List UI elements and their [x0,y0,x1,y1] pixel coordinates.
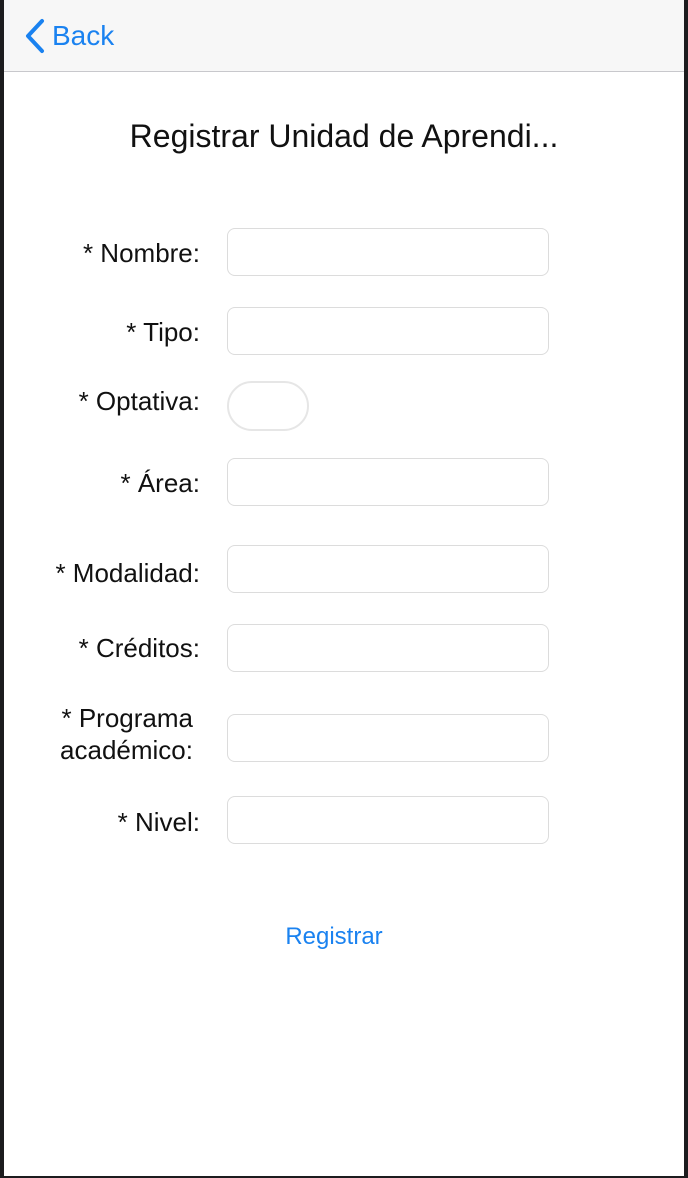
creditos-label: * Créditos: [78,633,200,663]
modalidad-label: * Modalidad: [55,558,200,588]
tipo-input[interactable] [227,307,549,355]
back-label: Back [52,20,115,51]
optativa-toggle[interactable] [227,381,309,431]
navigation-bar: Back [4,0,684,72]
screen: Back Registrar Unidad de Aprendi... * No… [4,0,684,1176]
area-label: * Área: [120,468,201,498]
programa-label: * Programa académico: [60,702,193,766]
back-button[interactable]: Back [24,16,114,56]
nombre-input[interactable] [227,228,549,276]
programa-label-line2: académico: [60,735,193,765]
tipo-label: * Tipo: [126,317,200,347]
programa-label-line1: * Programa [61,703,194,733]
area-input[interactable] [227,458,549,506]
creditos-input[interactable] [227,624,549,672]
nivel-input[interactable] [227,796,549,844]
page-title: Registrar Unidad de Aprendi... [129,118,559,154]
chevron-left-icon [24,18,46,54]
register-button[interactable]: Registrar [4,922,664,952]
nivel-label: * Nivel: [117,807,200,837]
optativa-label: * Optativa: [78,386,200,416]
modalidad-input[interactable] [227,545,549,593]
nombre-label: * Nombre: [82,238,200,268]
programa-input[interactable] [227,714,549,762]
